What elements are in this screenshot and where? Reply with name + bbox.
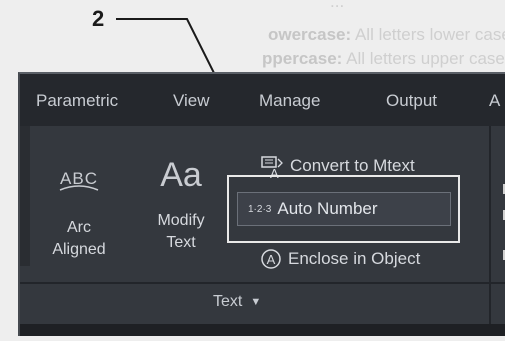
panel-divider-vertical	[489, 126, 491, 324]
ribbon-tab-bar: Parametric View Manage Output A	[20, 74, 505, 126]
panel-divider	[20, 282, 505, 284]
modify-text-label-line1: Modify	[157, 212, 205, 229]
svg-text:ABC: ABC	[60, 169, 98, 188]
tab-parametric[interactable]: Parametric	[36, 91, 118, 111]
tab-a[interactable]: A	[489, 91, 500, 111]
arc-aligned-icon: ABC	[59, 169, 99, 191]
highlight-callout-box	[227, 175, 460, 243]
tab-view[interactable]: View	[173, 91, 210, 111]
svg-text:A: A	[267, 252, 276, 267]
arc-aligned-label-line2: Aligned	[52, 241, 106, 258]
text-panel-title-label: Text	[213, 293, 243, 310]
tab-manage[interactable]: Manage	[259, 91, 320, 111]
arc-aligned-label-line1: Arc	[67, 219, 91, 236]
enclose-in-object-label: Enclose in Object	[288, 249, 421, 268]
panel-edge	[20, 126, 30, 266]
ribbon-bottom-edge	[20, 324, 505, 336]
modify-text-button[interactable]: Aa Modify Text	[144, 154, 218, 254]
enclose-in-object-icon: A	[260, 248, 282, 270]
modify-text-label-line2: Text	[166, 234, 196, 251]
text-panel-title[interactable]: Text ▼	[213, 293, 261, 311]
arc-aligned-button[interactable]: ABC Arc Aligned	[44, 162, 114, 261]
modify-text-icon: Aa	[160, 156, 202, 194]
tab-output[interactable]: Output	[386, 91, 437, 111]
enclose-in-object-button[interactable]: A Enclose in Object	[260, 248, 420, 270]
chevron-down-icon: ▼	[250, 296, 262, 308]
convert-to-mtext-label: Convert to Mtext	[290, 156, 415, 175]
ribbon-screenshot: Parametric View Manage Output A ABC Arc …	[18, 72, 505, 336]
